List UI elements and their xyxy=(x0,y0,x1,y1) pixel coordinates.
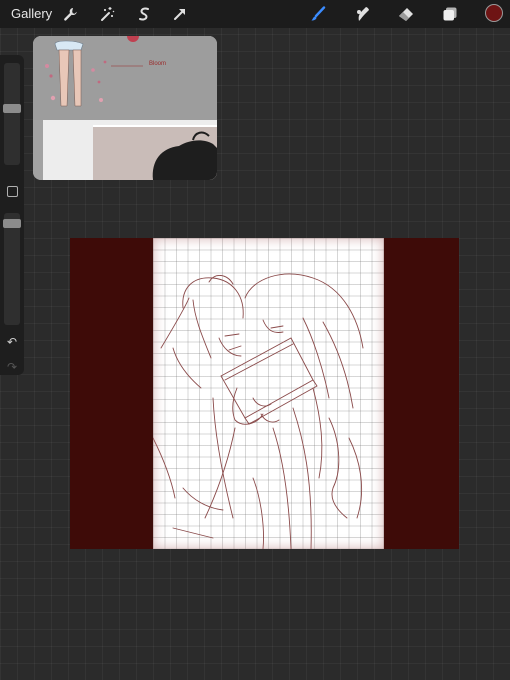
eraser-icon[interactable] xyxy=(396,4,416,24)
opacity-slider[interactable] xyxy=(3,213,21,325)
redo-icon[interactable]: ↷ xyxy=(4,360,20,374)
top-toolbar: Gallery xyxy=(0,0,510,28)
smudge-icon[interactable] xyxy=(352,4,372,24)
brush-icon[interactable] xyxy=(308,4,328,24)
wrench-icon[interactable] xyxy=(60,4,80,24)
reference-label: Bloom xyxy=(149,61,167,67)
undo-icon[interactable]: ↶ xyxy=(4,335,20,349)
opacity-thumb[interactable] xyxy=(3,219,21,228)
brush-size-slider[interactable] xyxy=(3,63,21,165)
magic-wand-icon[interactable] xyxy=(97,4,117,24)
layers-icon[interactable] xyxy=(440,4,460,24)
modify-button[interactable] xyxy=(7,186,18,197)
drawing-canvas[interactable] xyxy=(70,238,459,549)
brush-size-thumb[interactable] xyxy=(3,104,21,113)
gallery-button[interactable]: Gallery xyxy=(11,6,52,21)
reference-image xyxy=(33,36,217,180)
sketch-artwork xyxy=(153,273,364,549)
transform-arrow-icon[interactable] xyxy=(170,4,190,24)
selection-icon[interactable] xyxy=(134,4,154,24)
reference-window[interactable]: Bloom xyxy=(33,36,217,180)
canvas-paper[interactable] xyxy=(153,238,384,549)
color-swatch[interactable] xyxy=(485,4,503,22)
sidebar: ↶ ↷ xyxy=(0,55,24,375)
procreate-app: Gallery ↶ ↷ Bloom xyxy=(0,0,510,680)
